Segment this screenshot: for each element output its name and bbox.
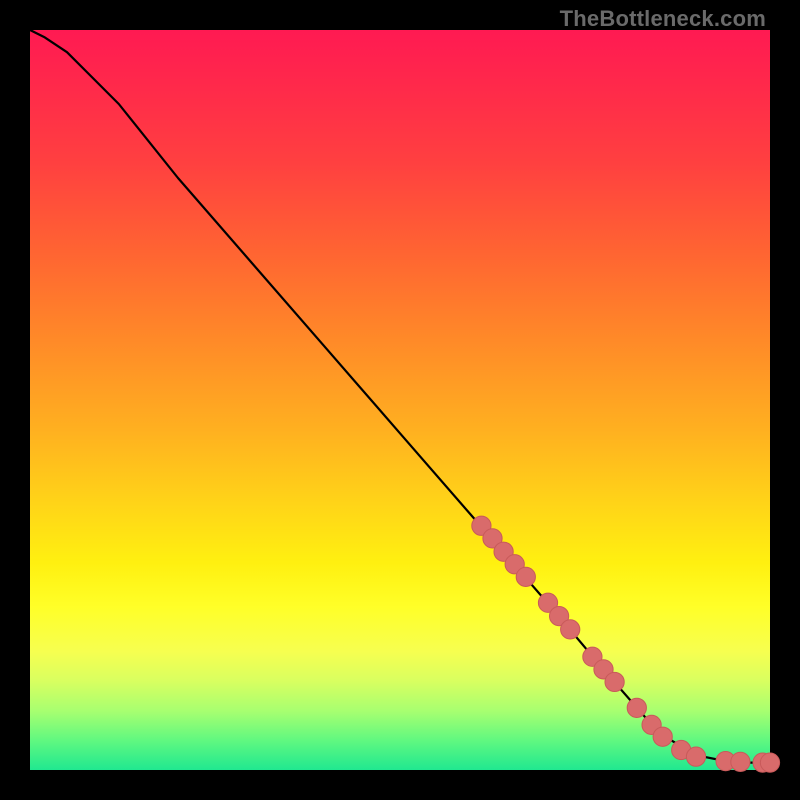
data-marker	[516, 567, 535, 586]
curve-markers	[472, 516, 780, 772]
data-marker	[760, 753, 779, 772]
data-marker	[605, 672, 624, 691]
chart-overlay	[30, 30, 770, 770]
data-marker	[731, 752, 750, 771]
chart-stage: TheBottleneck.com	[0, 0, 800, 800]
data-marker	[686, 747, 705, 766]
watermark-text: TheBottleneck.com	[560, 6, 766, 32]
plot-area	[30, 30, 770, 770]
curve-line	[30, 30, 770, 763]
data-marker	[561, 620, 580, 639]
data-marker	[627, 698, 646, 717]
data-marker	[653, 727, 672, 746]
